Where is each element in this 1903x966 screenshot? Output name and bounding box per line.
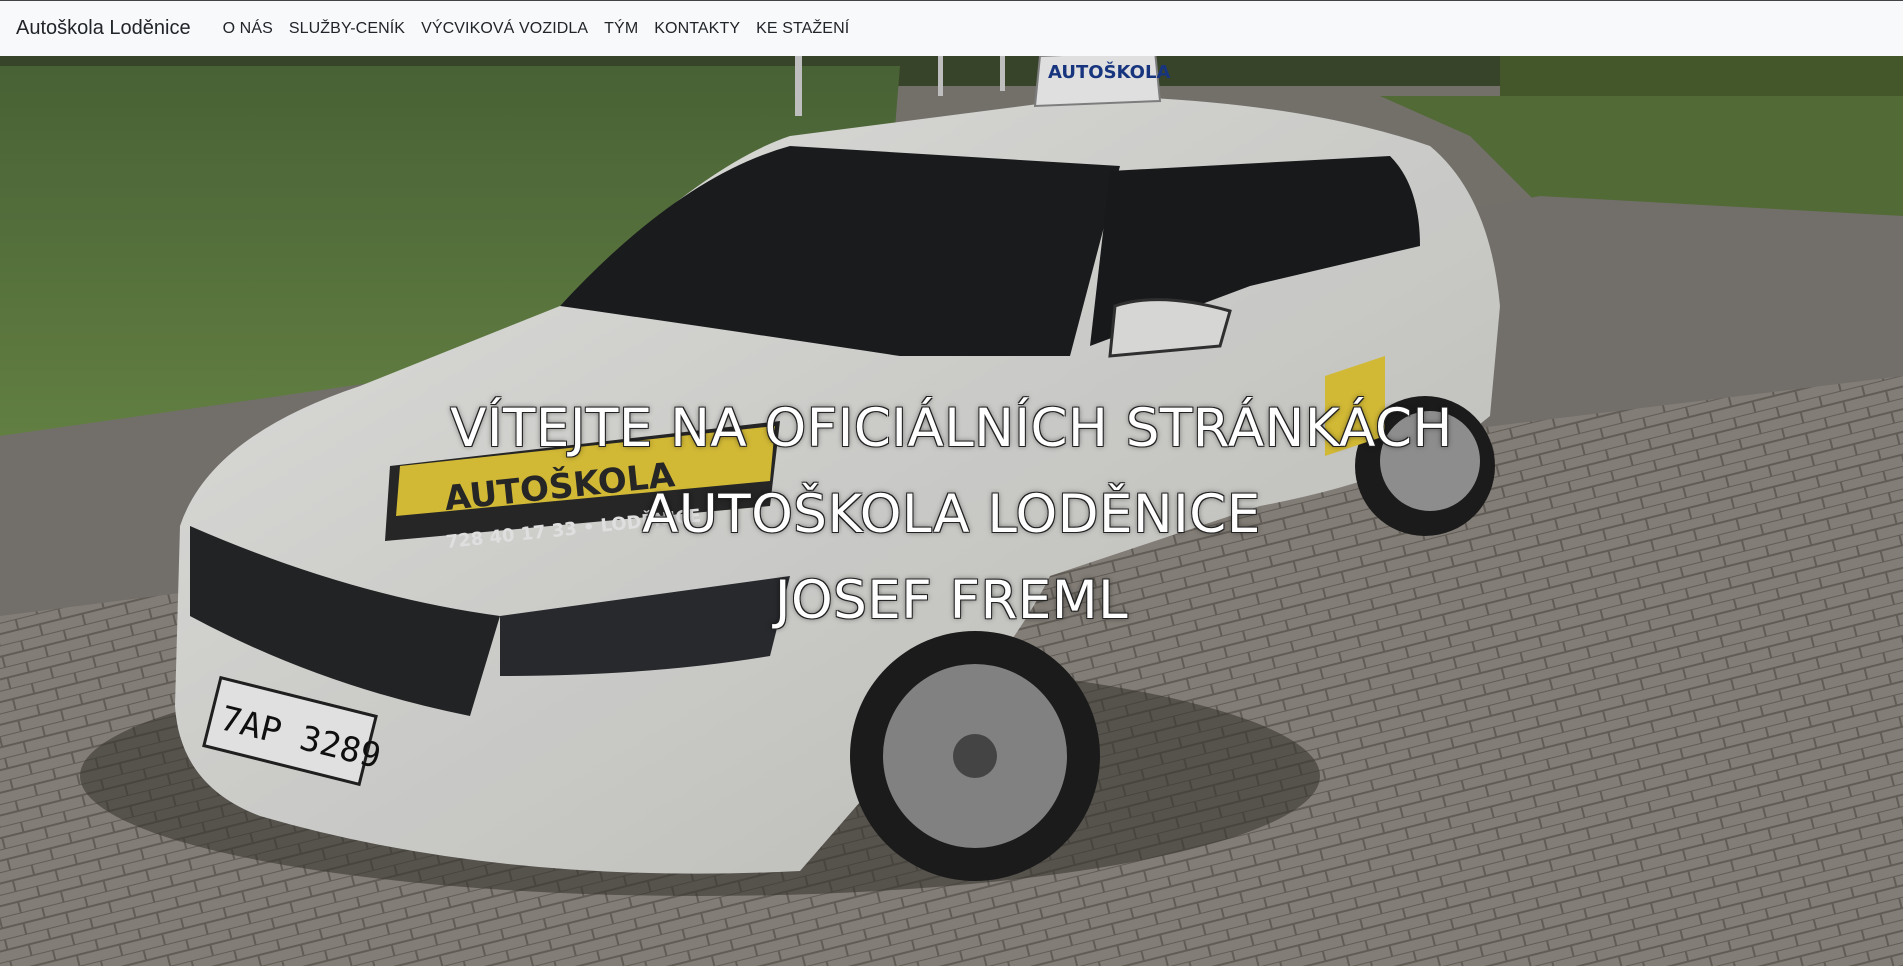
nav-link-o-nas[interactable]: O NÁS xyxy=(215,20,281,38)
hero-heading-line-1: VÍTEJTE NA OFICIÁLNÍCH STRÁNKÁCH xyxy=(450,398,1453,459)
hero-heading-line-2: AUTOŠKOLA LODĚNICE xyxy=(642,484,1261,545)
nav-link-ke-stazeni[interactable]: KE STAŽENÍ xyxy=(748,20,857,38)
brand-link[interactable]: Autoškola Loděnice xyxy=(16,17,191,40)
main-nav: O NÁS SLUŽBY-CENÍK VÝCVIKOVÁ VOZIDLA TÝM… xyxy=(215,20,858,38)
nav-link-kontakty[interactable]: KONTAKTY xyxy=(646,20,748,38)
nav-link-vycvikova-vozidla[interactable]: VÝCVIKOVÁ VOZIDLA xyxy=(413,20,596,38)
hero-section: 7AP 3289 AUTOŠKOLA 728 40 17 33 • LODĚNI… xyxy=(0,56,1903,966)
hero-heading: VÍTEJTE NA OFICIÁLNÍCH STRÁNKÁCH AUTOŠKO… xyxy=(0,386,1903,644)
navbar: Autoškola Loděnice O NÁS SLUŽBY-CENÍK VÝ… xyxy=(0,0,1903,56)
nav-link-tym[interactable]: TÝM xyxy=(596,20,646,38)
hero-heading-line-3: JOSEF FREML xyxy=(774,570,1129,631)
nav-link-sluzby-cenik[interactable]: SLUŽBY-CENÍK xyxy=(281,20,413,38)
